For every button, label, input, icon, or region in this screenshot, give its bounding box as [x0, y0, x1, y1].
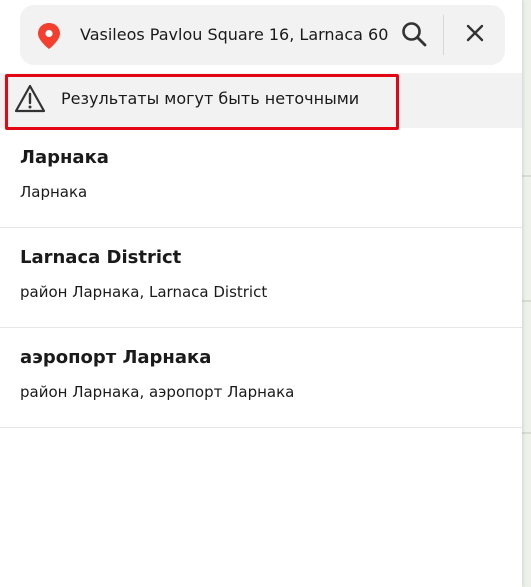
search-input[interactable]	[80, 21, 404, 49]
map-road	[522, 175, 531, 177]
result-subtitle: район Ларнака, Larnaca District	[20, 283, 268, 301]
search-button[interactable]	[399, 21, 429, 51]
result-subtitle: район Ларнака, аэропорт Ларнака	[20, 383, 295, 401]
map-pin-icon	[36, 22, 62, 50]
search-panel: Результаты могут быть неточными Ларнака …	[0, 0, 522, 587]
map-road	[522, 300, 531, 302]
result-item-larnaca-district[interactable]: Larnaca District район Ларнака, Larnaca …	[0, 228, 522, 328]
map-area[interactable]	[522, 0, 531, 587]
clear-search-button[interactable]	[460, 20, 490, 50]
search-bar-divider	[443, 15, 444, 55]
search-icon	[400, 20, 428, 52]
map-road	[522, 432, 531, 434]
search-bar	[20, 5, 505, 65]
result-item-larnaca-airport[interactable]: аэропорт Ларнака район Ларнака, аэропорт…	[0, 328, 522, 428]
warning-text: Результаты могут быть неточными	[61, 89, 360, 108]
close-icon	[465, 23, 485, 47]
result-title: Ларнака	[20, 147, 109, 168]
result-title: Larnaca District	[20, 247, 182, 268]
results-list: Ларнака Ларнака Larnaca District район Л…	[0, 128, 522, 428]
warning-triangle-icon	[14, 84, 46, 114]
result-title: аэропорт Ларнака	[20, 347, 212, 368]
result-subtitle: Ларнака	[20, 183, 88, 201]
result-item-larnaca[interactable]: Ларнака Ларнака	[0, 128, 522, 228]
